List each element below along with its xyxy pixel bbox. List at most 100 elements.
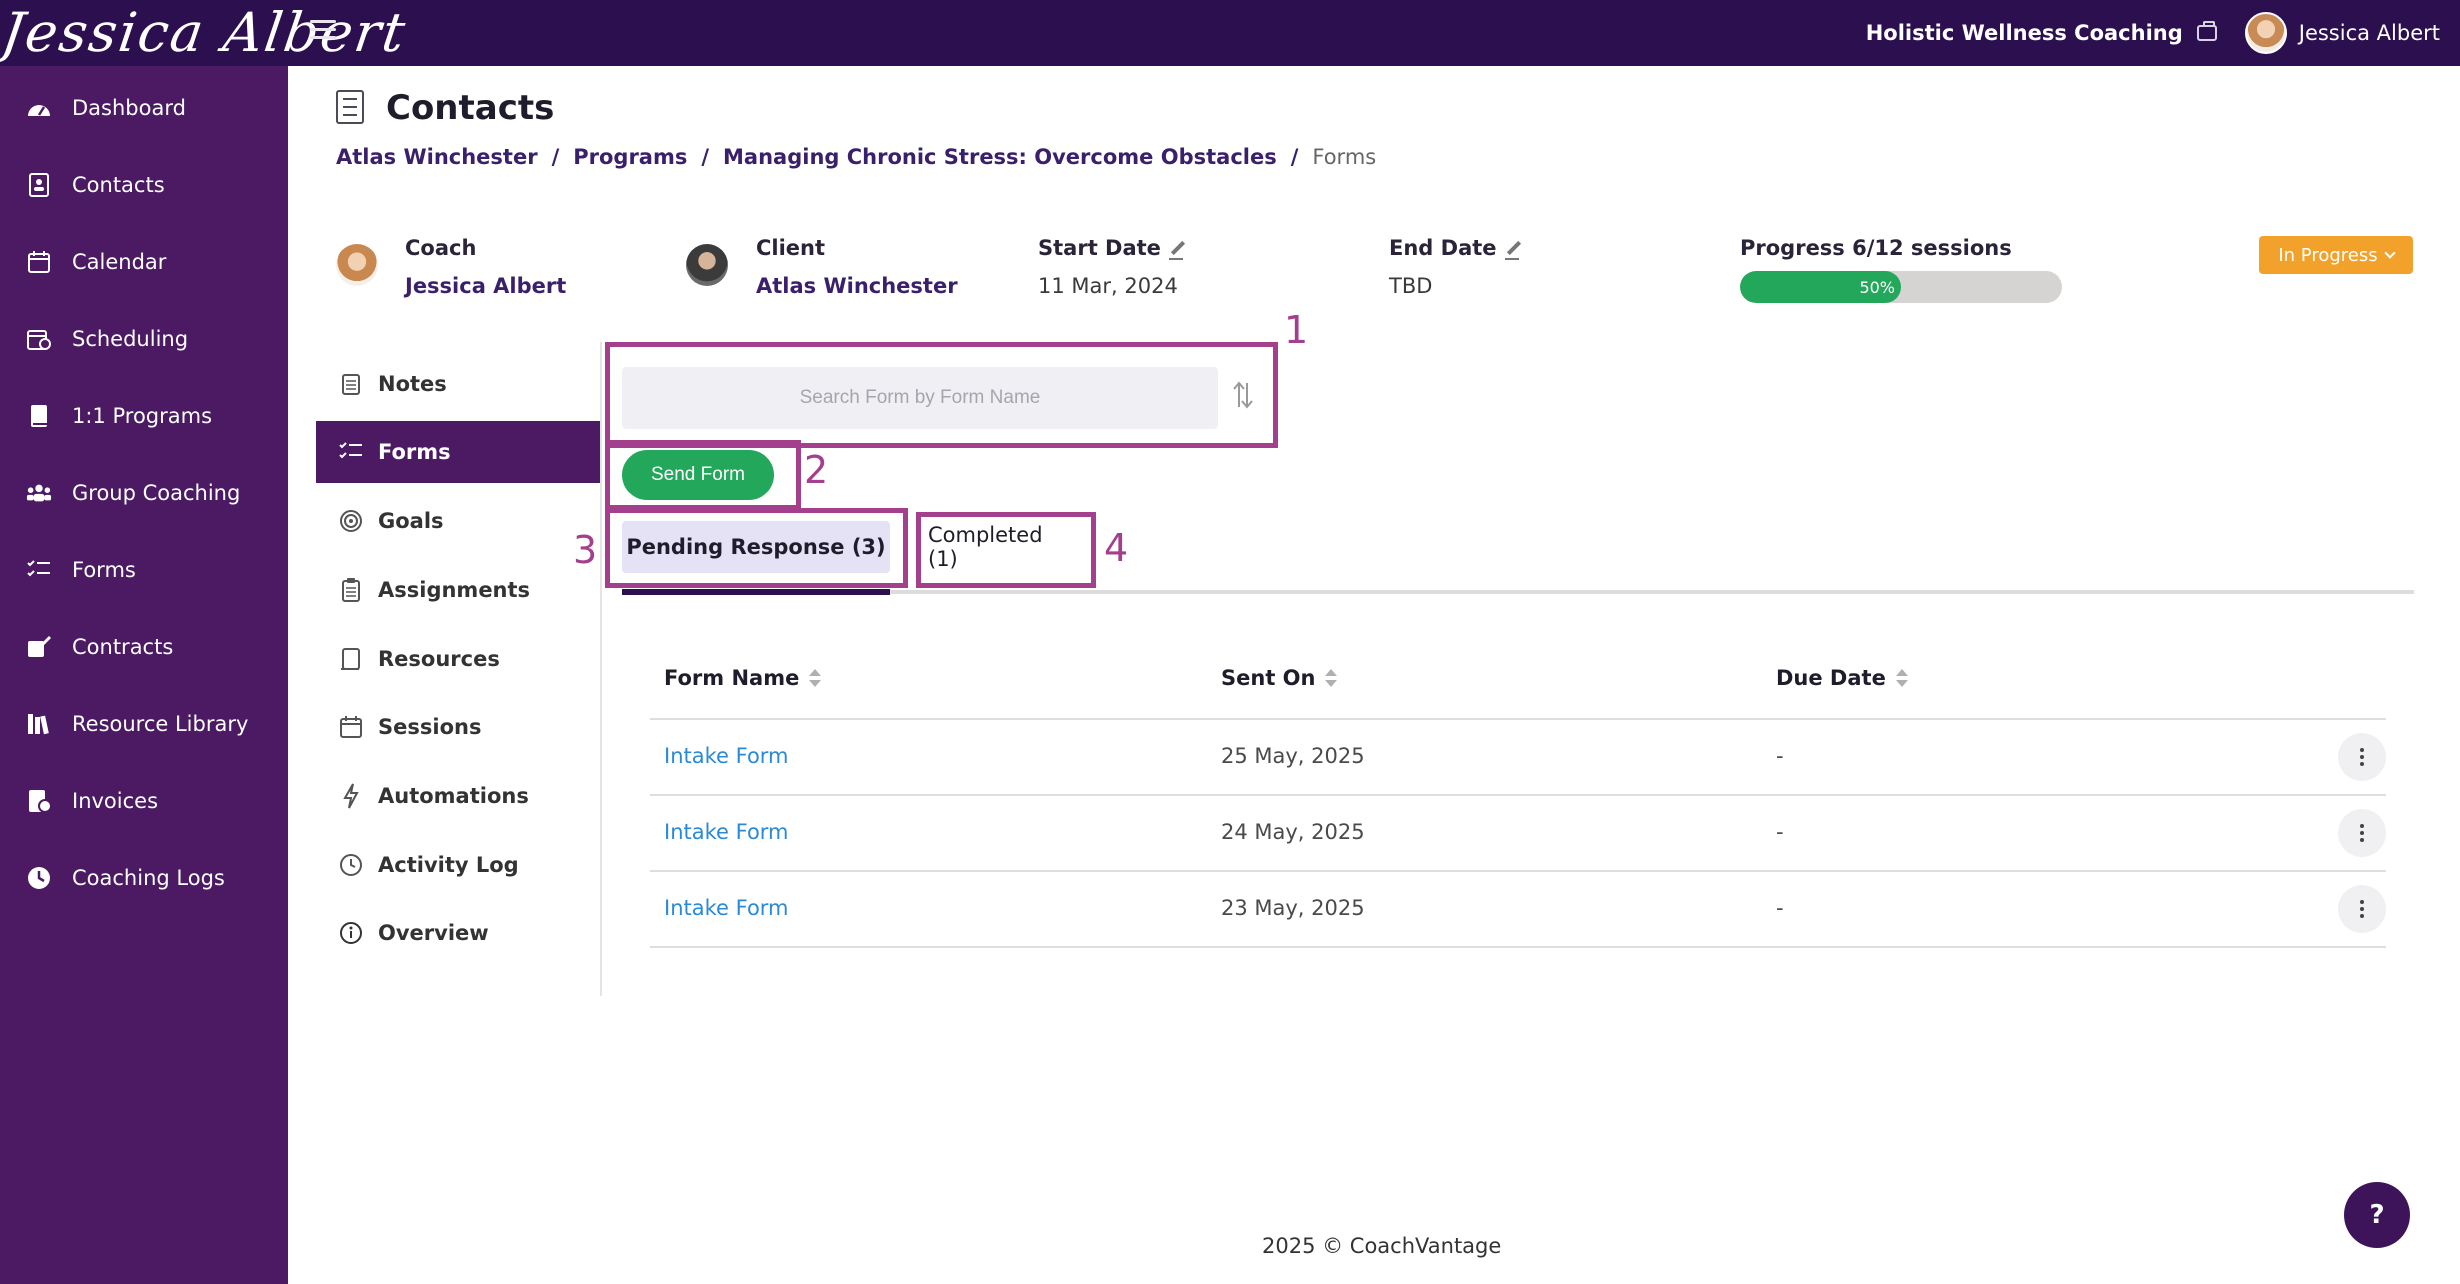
sessions-icon (338, 714, 364, 740)
client-info: Client Atlas Winchester (756, 236, 958, 298)
start-date-label: Start Date (1038, 236, 1187, 260)
end-date-label: End Date (1389, 236, 1523, 260)
coach-label: Coach (405, 236, 477, 260)
breadcrumb-program[interactable]: Managing Chronic Stress: Overcome Obstac… (723, 145, 1277, 169)
coach-info: Coach Jessica Albert (405, 236, 566, 298)
sidebar-item-coaching-logs[interactable]: Coaching Logs (0, 848, 288, 908)
page-title: Contacts (386, 88, 555, 128)
org-name[interactable]: Holistic Wellness Coaching (1866, 21, 2183, 45)
subnav-assignments[interactable]: Assignments (316, 559, 600, 621)
annotation-box-2 (605, 440, 801, 510)
breadcrumb-client[interactable]: Atlas Winchester (336, 145, 538, 169)
more-options-icon[interactable] (2338, 733, 2386, 781)
annotation-number-4: 4 (1104, 526, 1129, 570)
subnav-activity-log[interactable]: Activity Log (316, 834, 600, 896)
progress-fill: 50% (1740, 271, 1901, 303)
subnav-sessions[interactable]: Sessions (316, 696, 600, 758)
subnav-resources[interactable]: Resources (316, 628, 600, 690)
edit-end-date-icon[interactable] (1504, 240, 1523, 260)
status-dropdown[interactable]: In Progress (2259, 236, 2413, 274)
sort-arrows-icon (809, 669, 822, 687)
subnav-label: Sessions (378, 715, 482, 739)
sort-arrows-icon (1895, 669, 1908, 687)
due-date-cell: - (1776, 896, 1784, 920)
sidebar-item-calendar[interactable]: Calendar (0, 232, 288, 292)
clock-icon (26, 865, 52, 891)
subnav-label: Goals (378, 509, 444, 533)
table-row-divider (650, 870, 2386, 872)
subnav-label: Notes (378, 372, 447, 396)
invoice-icon (26, 788, 52, 814)
sidebar-item-group-coaching[interactable]: Group Coaching (0, 463, 288, 523)
sidebar-item-contacts[interactable]: Contacts (0, 155, 288, 215)
subnav-divider (600, 342, 602, 996)
tab-underline (622, 590, 2414, 594)
menu-toggle-icon[interactable] (310, 20, 336, 46)
progress-text: 50% (1859, 277, 1895, 297)
progress-info: Progress 6/12 sessions (1740, 236, 2012, 260)
sidebar: Dashboard Contacts Calendar Scheduling 1… (0, 66, 288, 1284)
due-date-cell: - (1776, 744, 1784, 768)
brand-logo[interactable]: Jessica Albert (0, 0, 411, 66)
sidebar-item-dashboard[interactable]: Dashboard (0, 78, 288, 138)
book-icon (26, 403, 52, 429)
coach-name[interactable]: Jessica Albert (405, 274, 566, 298)
column-header-sent-on[interactable]: Sent On (1221, 666, 1338, 690)
sidebar-item-invoices[interactable]: Invoices (0, 771, 288, 831)
edit-start-date-icon[interactable] (1168, 240, 1187, 260)
target-icon (338, 508, 364, 534)
more-options-icon[interactable] (2338, 885, 2386, 933)
user-avatar[interactable] (2244, 12, 2287, 54)
start-date-info: Start Date 11 Mar, 2024 (1038, 236, 1187, 298)
sidebar-item-scheduling[interactable]: Scheduling (0, 309, 288, 369)
tab-active-indicator (622, 589, 890, 595)
table-row-divider (650, 794, 2386, 796)
form-name-link[interactable]: Intake Form (664, 744, 789, 768)
subnav-goals[interactable]: Goals (316, 490, 600, 552)
contracts-icon (26, 634, 52, 660)
subnav-forms[interactable]: Forms (316, 421, 600, 483)
subnav-automations[interactable]: Automations (316, 765, 600, 827)
sidebar-item-label: Dashboard (72, 96, 186, 120)
column-header-label: Form Name (664, 666, 800, 690)
info-icon (338, 920, 364, 946)
subnav-label: Resources (378, 647, 500, 671)
forms-list-icon (338, 439, 364, 465)
subnav-overview[interactable]: Overview (316, 902, 600, 964)
footer-text: 2025 © CoachVantage (1262, 1234, 1502, 1258)
annotation-box-4 (916, 512, 1096, 588)
breadcrumb-programs[interactable]: Programs (573, 145, 687, 169)
form-name-link[interactable]: Intake Form (664, 820, 789, 844)
column-header-form-name[interactable]: Form Name (664, 666, 822, 690)
group-icon (26, 480, 52, 506)
annotation-number-3: 3 (573, 528, 598, 572)
sidebar-item-resource-library[interactable]: Resource Library (0, 694, 288, 754)
notes-icon (338, 371, 364, 397)
dashboard-icon (26, 95, 52, 121)
client-name[interactable]: Atlas Winchester (756, 274, 958, 298)
sent-on-cell: 23 May, 2025 (1221, 896, 1365, 920)
sidebar-item-programs[interactable]: 1:1 Programs (0, 386, 288, 446)
due-date-cell: - (1776, 820, 1784, 844)
form-name-link[interactable]: Intake Form (664, 896, 789, 920)
annotation-number-1: 1 (1284, 308, 1309, 352)
sent-on-cell: 24 May, 2025 (1221, 820, 1365, 844)
user-name[interactable]: Jessica Albert (2299, 21, 2440, 45)
subnav-label: Activity Log (378, 853, 519, 877)
column-header-due-date[interactable]: Due Date (1776, 666, 1908, 690)
sidebar-item-label: Contacts (72, 173, 165, 197)
sidebar-item-forms[interactable]: Forms (0, 540, 288, 600)
sidebar-item-label: Resource Library (72, 712, 249, 736)
help-button[interactable]: ? (2344, 1182, 2410, 1248)
sidebar-item-label: Scheduling (72, 327, 189, 351)
more-options-icon[interactable] (2338, 809, 2386, 857)
subnav-notes[interactable]: Notes (316, 353, 600, 415)
sidebar-item-contracts[interactable]: Contracts (0, 617, 288, 677)
progress-label: Progress 6/12 sessions (1740, 236, 2012, 260)
end-date-info: End Date TBD (1389, 236, 1523, 298)
sidebar-item-label: Calendar (72, 250, 167, 274)
briefcase-icon[interactable] (2196, 21, 2217, 41)
subnav-label: Forms (378, 440, 451, 464)
sidebar-item-label: Contracts (72, 635, 174, 659)
column-header-label: Sent On (1221, 666, 1316, 690)
